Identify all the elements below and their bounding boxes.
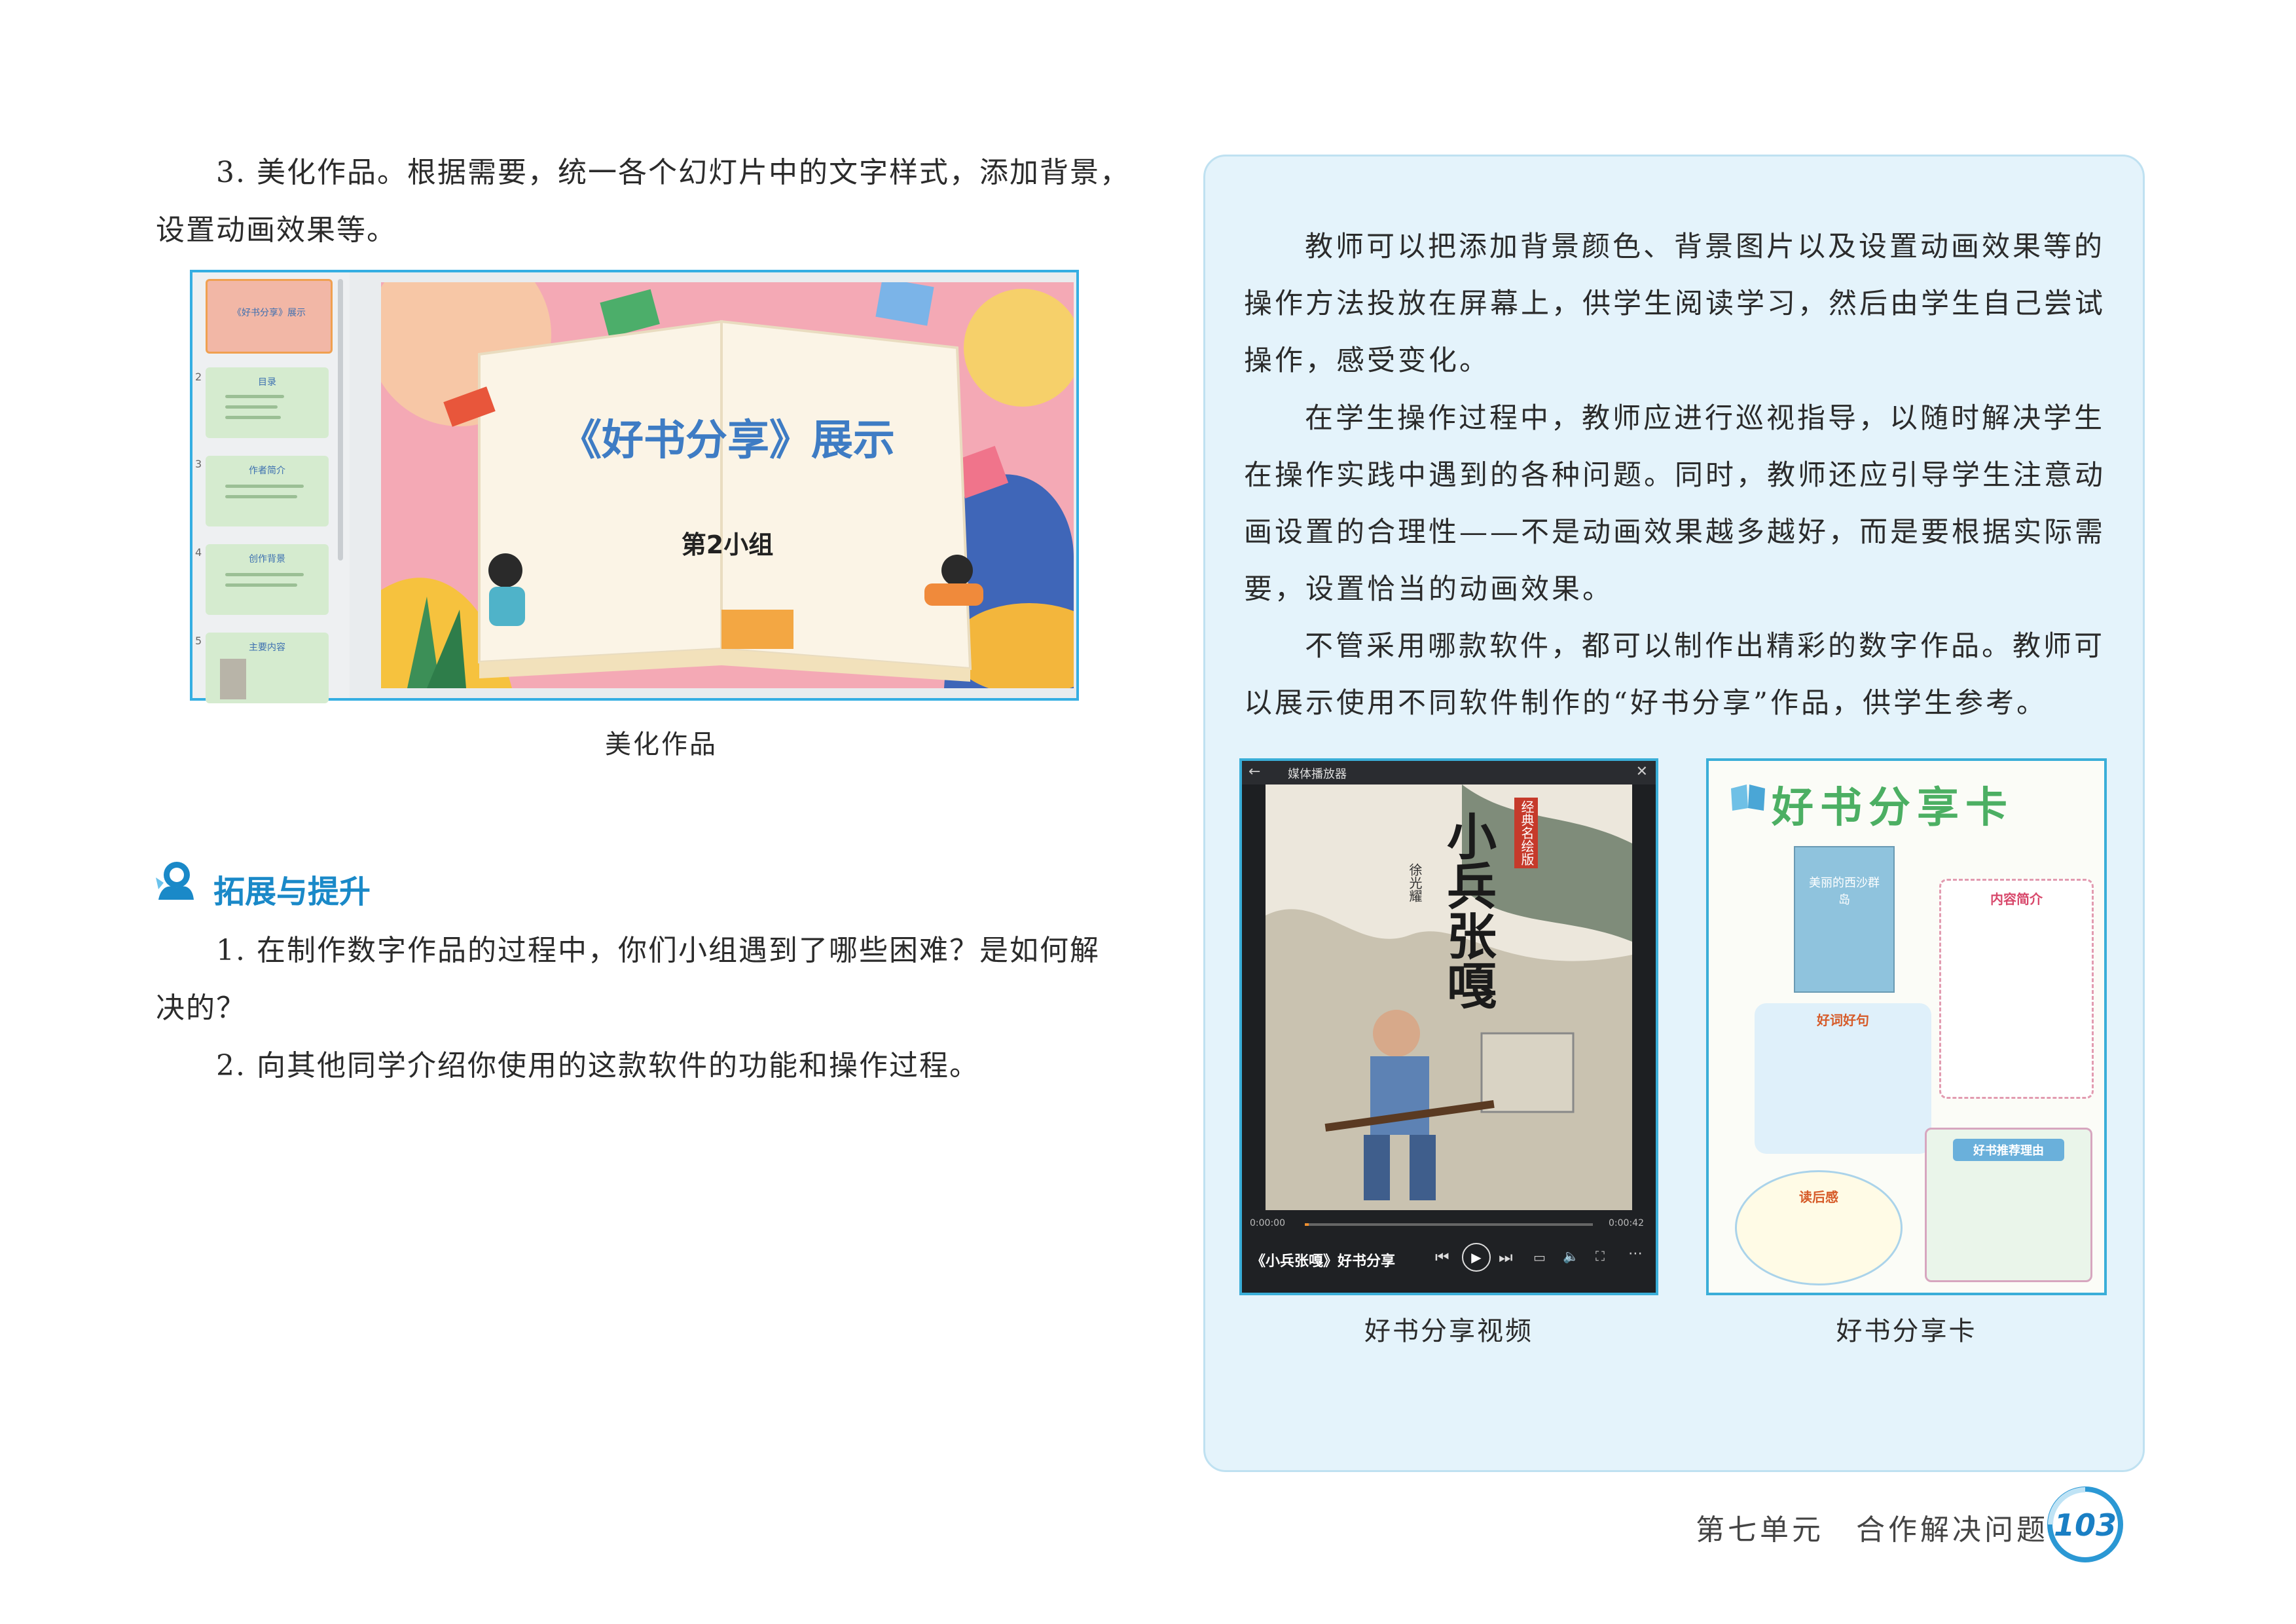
series-tag: 经典名绘版: [1514, 798, 1538, 868]
card-title: 好书分享卡: [1772, 784, 2014, 832]
slide-illustration: [381, 282, 1074, 688]
thumbnail-title: 目录: [258, 377, 276, 388]
question-2: 2. 向其他同学介绍你使用的这款软件的功能和操作过程。: [216, 1049, 979, 1082]
slide-subtitle: 第2小组: [681, 530, 774, 559]
thumbnail-title: 作者简介: [249, 466, 285, 476]
page-number-badge: 103: [2036, 1485, 2128, 1564]
tips-p1-line3: 操作，感受变化。: [1244, 344, 1490, 377]
time-end: 0:00:42: [1609, 1218, 1644, 1228]
main-slide: 《好书分享》展示 第2小组: [381, 282, 1074, 688]
slide-title: 《好书分享》展示: [560, 416, 895, 465]
tips-p2-line1: 在学生操作过程中，教师应进行巡视指导，以随时解决学生: [1305, 402, 2105, 435]
step3-text-line1: 3. 美化作品。根据需要，统一各个幻灯片中的文字样式，添加背景，: [216, 156, 1130, 189]
volume-icon[interactable]: 🔈: [1563, 1248, 1579, 1264]
section-heading: 拓展与提升: [213, 874, 371, 910]
progress-fill: [1305, 1223, 1309, 1226]
figure-caption: 美化作品: [605, 729, 718, 760]
fullscreen-icon[interactable]: ⛶: [1595, 1248, 1605, 1264]
thumbnail-scrollbar[interactable]: [338, 279, 343, 561]
thumbnail-3: 作者简介: [206, 456, 329, 526]
card-book-icon: [1728, 775, 1768, 815]
previous-icon[interactable]: ⏮: [1435, 1248, 1449, 1266]
tips-p2-line3: 画设置的合理性——不是动画效果越多越好，而是要根据实际需: [1244, 516, 2105, 549]
video-caption: 好书分享视频: [1364, 1316, 1533, 1346]
card-book-cover: 美丽的西沙群岛: [1794, 846, 1895, 993]
more-icon[interactable]: ⋯: [1628, 1246, 1643, 1262]
card-intro-heading: 内容简介: [1990, 891, 2043, 907]
card-intro-box: 内容简介: [1939, 879, 2094, 1099]
tips-p1-line2: 操作方法投放在屏幕上，供学生阅读学习，然后由学生自己尝试: [1244, 287, 2105, 320]
question-1-line2: 决的？: [156, 991, 246, 1025]
card-caption: 好书分享卡: [1836, 1316, 1977, 1346]
question-1-line1: 1. 在制作数字作品的过程中，你们小组遇到了哪些困难？是如何解: [216, 934, 1100, 967]
author-name: 徐光耀: [1407, 863, 1423, 902]
card-review-heading: 读后感: [1799, 1189, 1838, 1205]
thumbnail-5: 主要内容: [206, 633, 329, 703]
back-arrow-icon[interactable]: ←: [1248, 764, 1260, 780]
card-quotes-box: 好词好句: [1755, 1003, 1931, 1154]
thumbnail-title: 主要内容: [249, 642, 285, 653]
thumbnail-4: 创作背景: [206, 544, 329, 615]
thumbnail-title: 《好书分享》展示: [232, 308, 306, 318]
progress-bar[interactable]: [1305, 1223, 1593, 1226]
tips-p1-line1: 教师可以把添加背景颜色、背景图片以及设置动画效果等的: [1305, 231, 2105, 263]
card-book-cover-title: 美丽的西沙群岛: [1809, 876, 1880, 907]
slide-editor-screenshot: 《好书分享》展示 2 目录 3 作者简介 4 创作背景 5 主要内容 《好书分享…: [190, 270, 1079, 703]
book-share-card: 好书分享卡 美丽的西沙群岛 内容简介 好词好句 读后感 好书推荐理由: [1706, 758, 2107, 1295]
tips-p3-line1: 不管采用哪款软件，都可以制作出精彩的数字作品。教师可: [1305, 630, 2105, 663]
card-reason-box: 好书推荐理由: [1925, 1128, 2092, 1282]
book-title: 小兵张嘎: [1438, 811, 1497, 1010]
tips-p2-line2: 在操作实践中遇到的各种问题。同时，教师还应引导学生注意动: [1244, 459, 2105, 492]
player-titlebar: ← 媒体播放器 ✕: [1242, 761, 1656, 784]
close-icon[interactable]: ✕: [1636, 764, 1648, 780]
thumbnail-number: 2: [195, 371, 202, 383]
tips-p2-line4: 要，设置恰当的动画效果。: [1244, 573, 1613, 606]
video-frame: 小兵张嘎 经典名绘版 徐光耀: [1266, 784, 1632, 1210]
book-share-video: ← 媒体播放器 ✕ 小兵张嘎 经典名绘版 徐光耀 0:00:00 0:00:42…: [1239, 758, 1658, 1295]
subtitles-icon[interactable]: ▭: [1533, 1249, 1546, 1265]
time-start: 0:00:00: [1250, 1218, 1285, 1228]
thumbnail-number: 3: [195, 458, 202, 470]
card-quotes-heading: 好词好句: [1817, 1012, 1869, 1028]
page-number: 103: [2053, 1507, 2117, 1543]
thumbnail-2: 目录: [206, 367, 329, 438]
card-review-box: 读后感: [1735, 1170, 1903, 1285]
footer-unit-title: 第七单元 合作解决问题: [1696, 1513, 2049, 1547]
thumbnail-number: 5: [195, 635, 202, 647]
next-icon[interactable]: ⏭: [1499, 1248, 1513, 1266]
video-bottom-title: 《小兵张嘎》好书分享: [1251, 1253, 1396, 1270]
card-reason-heading: 好书推荐理由: [1953, 1139, 2064, 1161]
thumbnail-panel: 《好书分享》展示 2 目录 3 作者简介 4 创作背景 5 主要内容: [192, 272, 350, 703]
thumbnail-title: 创作背景: [249, 554, 285, 564]
thumbnail-number: 4: [195, 546, 202, 559]
extension-icon: [152, 858, 198, 904]
step3-text-line2: 设置动画效果等。: [156, 213, 397, 247]
tips-p3-line2: 以展示使用不同软件制作的“好书分享”作品，供学生参考。: [1244, 687, 2047, 720]
play-button[interactable]: ▶: [1462, 1243, 1491, 1272]
player-title: 媒体播放器: [1288, 767, 1347, 781]
player-controls: 0:00:00 0:00:42 《小兵张嘎》好书分享 ⏮ ▶ ⏭ ▭ 🔈 ⛶ ⋯: [1242, 1210, 1656, 1293]
thumbnail-1: 《好书分享》展示: [206, 279, 333, 354]
